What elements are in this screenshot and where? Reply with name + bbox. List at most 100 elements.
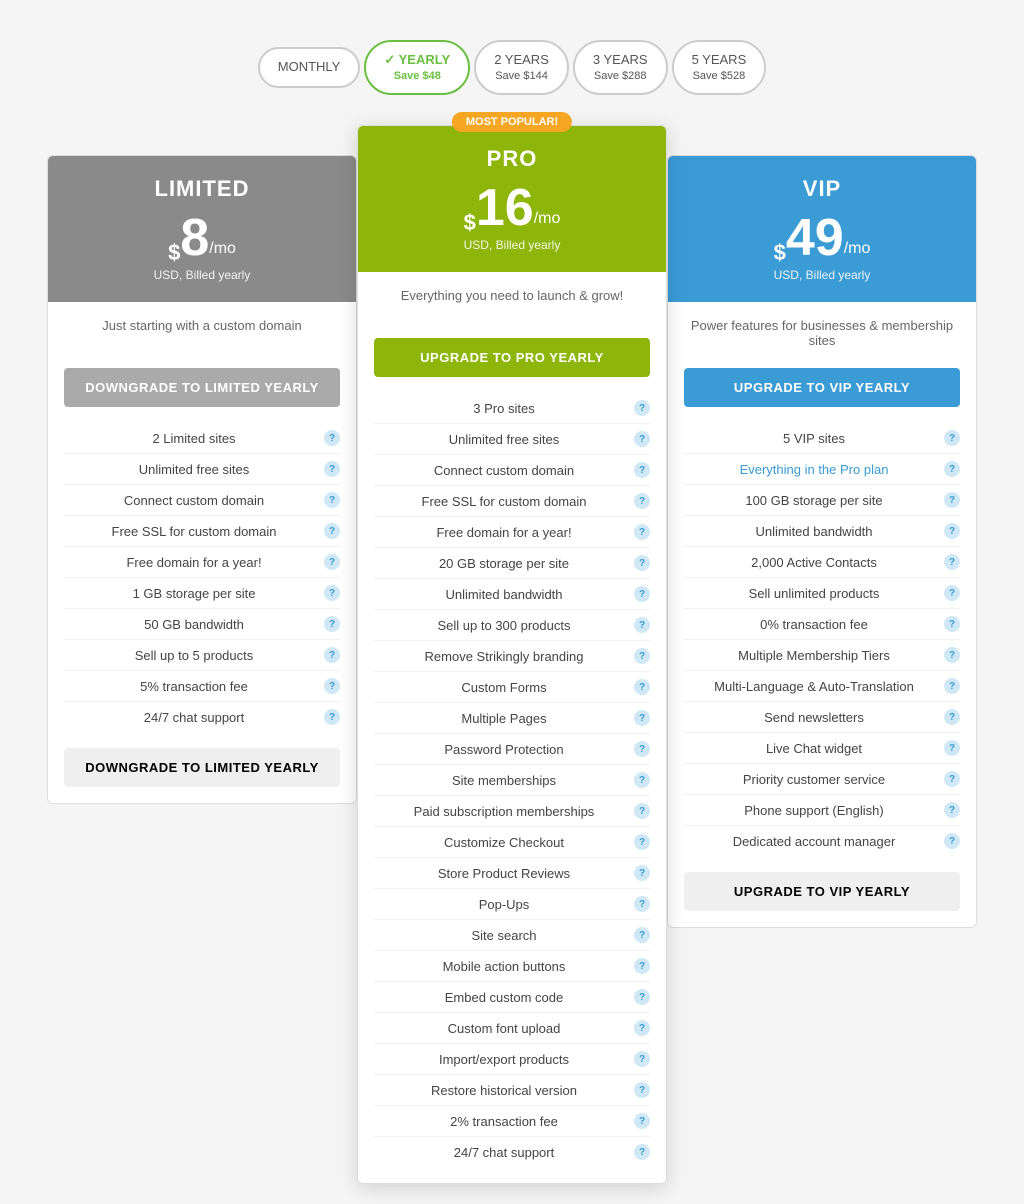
question-icon[interactable]: ? (634, 1020, 650, 1036)
list-item: 24/7 chat support? (374, 1137, 650, 1167)
limited-cta-bottom-button[interactable]: DOWNGRADE TO LIMITED YEARLY (64, 748, 340, 787)
question-icon[interactable]: ? (634, 493, 650, 509)
question-icon[interactable]: ? (634, 555, 650, 571)
list-item: Restore historical version? (374, 1075, 650, 1106)
question-icon[interactable]: ? (634, 834, 650, 850)
limited-billing-note: USD, Billed yearly (68, 268, 336, 282)
question-icon[interactable]: ? (944, 585, 960, 601)
question-icon[interactable]: ? (634, 1144, 650, 1160)
list-item: Custom Forms? (374, 672, 650, 703)
vip-plan-card: VIP $ 49 /mo USD, Billed yearly Power fe… (667, 155, 977, 928)
pro-plan-card: MOST POPULAR! PRO $ 16 /mo USD, Billed y… (357, 125, 667, 1184)
question-icon[interactable]: ? (944, 678, 960, 694)
list-item: Site search? (374, 920, 650, 951)
yearly-toggle[interactable]: ✓ YEARLY Save $48 (364, 40, 470, 95)
question-icon[interactable]: ? (634, 927, 650, 943)
question-icon[interactable]: ? (324, 585, 340, 601)
vip-cta-bottom-button[interactable]: UPGRADE TO VIP YEARLY (684, 872, 960, 911)
list-item: 24/7 chat support ? (64, 702, 340, 732)
pro-cta-top-button[interactable]: UPGRADE TO PRO YEARLY (374, 338, 650, 377)
list-item: 2 Limited sites ? (64, 423, 340, 454)
list-item: Sell up to 300 products? (374, 610, 650, 641)
question-icon[interactable]: ? (634, 772, 650, 788)
list-item: 2% transaction fee? (374, 1106, 650, 1137)
question-icon[interactable]: ? (634, 400, 650, 416)
question-icon[interactable]: ? (634, 710, 650, 726)
list-item: Sell up to 5 products ? (64, 640, 340, 671)
list-item: 5% transaction fee ? (64, 671, 340, 702)
list-item: Dedicated account manager? (684, 826, 960, 856)
question-icon[interactable]: ? (634, 462, 650, 478)
vip-plan-body: Power features for businesses & membersh… (668, 302, 976, 927)
limited-plan-name: LIMITED (68, 176, 336, 202)
question-icon[interactable]: ? (634, 989, 650, 1005)
pro-plan-header: PRO $ 16 /mo USD, Billed yearly (358, 126, 666, 272)
question-icon[interactable]: ? (944, 616, 960, 632)
question-icon[interactable]: ? (634, 958, 650, 974)
question-icon[interactable]: ? (324, 616, 340, 632)
question-icon[interactable]: ? (324, 678, 340, 694)
vip-price-period: /mo (844, 240, 871, 258)
list-item: 20 GB storage per site? (374, 548, 650, 579)
3years-toggle[interactable]: 3 YEARS Save $288 (573, 40, 668, 95)
question-icon[interactable]: ? (944, 461, 960, 477)
pro-features-list: 3 Pro sites? Unlimited free sites? Conne… (374, 393, 650, 1167)
pro-plan-name: PRO (378, 146, 646, 172)
question-icon[interactable]: ? (944, 709, 960, 725)
question-icon[interactable]: ? (634, 679, 650, 695)
vip-plan-header: VIP $ 49 /mo USD, Billed yearly (668, 156, 976, 302)
question-icon[interactable]: ? (324, 523, 340, 539)
question-icon[interactable]: ? (634, 431, 650, 447)
vip-cta-top-button[interactable]: UPGRADE TO VIP YEARLY (684, 368, 960, 407)
question-icon[interactable]: ? (944, 554, 960, 570)
question-icon[interactable]: ? (944, 833, 960, 849)
list-item: Live Chat widget? (684, 733, 960, 764)
vip-plan-name: VIP (688, 176, 956, 202)
vip-price-symbol: $ (774, 242, 786, 264)
pro-price-amount: 16 (476, 182, 534, 234)
question-icon[interactable]: ? (634, 803, 650, 819)
question-icon[interactable]: ? (634, 617, 650, 633)
question-icon[interactable]: ? (944, 430, 960, 446)
question-icon[interactable]: ? (944, 802, 960, 818)
limited-description: Just starting with a custom domain (64, 318, 340, 354)
question-icon[interactable]: ? (944, 492, 960, 508)
pro-description: Everything you need to launch & grow! (374, 288, 650, 324)
pro-billing-note: USD, Billed yearly (378, 238, 646, 252)
limited-cta-top-button[interactable]: DOWNGRADE TO LIMITED YEARLY (64, 368, 340, 407)
question-icon[interactable]: ? (634, 1113, 650, 1129)
question-icon[interactable]: ? (324, 492, 340, 508)
question-icon[interactable]: ? (944, 740, 960, 756)
list-item: Multi-Language & Auto-Translation? (684, 671, 960, 702)
question-icon[interactable]: ? (324, 709, 340, 725)
question-icon[interactable]: ? (944, 771, 960, 787)
list-item: Sell unlimited products? (684, 578, 960, 609)
5years-toggle[interactable]: 5 YEARS Save $528 (672, 40, 767, 95)
list-item: Unlimited free sites ? (64, 454, 340, 485)
question-icon[interactable]: ? (324, 554, 340, 570)
question-icon[interactable]: ? (634, 896, 650, 912)
question-icon[interactable]: ? (944, 523, 960, 539)
list-item: Unlimited free sites? (374, 424, 650, 455)
question-icon[interactable]: ? (324, 647, 340, 663)
vip-price-row: $ 49 /mo (688, 212, 956, 264)
question-icon[interactable]: ? (634, 648, 650, 664)
question-icon[interactable]: ? (324, 461, 340, 477)
list-item: Free domain for a year!? (374, 517, 650, 548)
most-popular-badge: MOST POPULAR! (452, 112, 572, 132)
question-icon[interactable]: ? (634, 741, 650, 757)
vip-features-list: 5 VIP sites? Everything in the Pro plan?… (684, 423, 960, 856)
2years-toggle[interactable]: 2 YEARS Save $144 (474, 40, 569, 95)
monthly-toggle[interactable]: MONTHLY (258, 47, 361, 88)
list-item: Multiple Membership Tiers? (684, 640, 960, 671)
question-icon[interactable]: ? (634, 1082, 650, 1098)
question-icon[interactable]: ? (634, 865, 650, 881)
question-icon[interactable]: ? (634, 586, 650, 602)
question-icon[interactable]: ? (634, 1051, 650, 1067)
pro-plan-body: Everything you need to launch & grow! UP… (358, 272, 666, 1183)
question-icon[interactable]: ? (634, 524, 650, 540)
list-item: Paid subscription memberships? (374, 796, 650, 827)
question-icon[interactable]: ? (944, 647, 960, 663)
question-icon[interactable]: ? (324, 430, 340, 446)
limited-price-period: /mo (209, 240, 236, 258)
